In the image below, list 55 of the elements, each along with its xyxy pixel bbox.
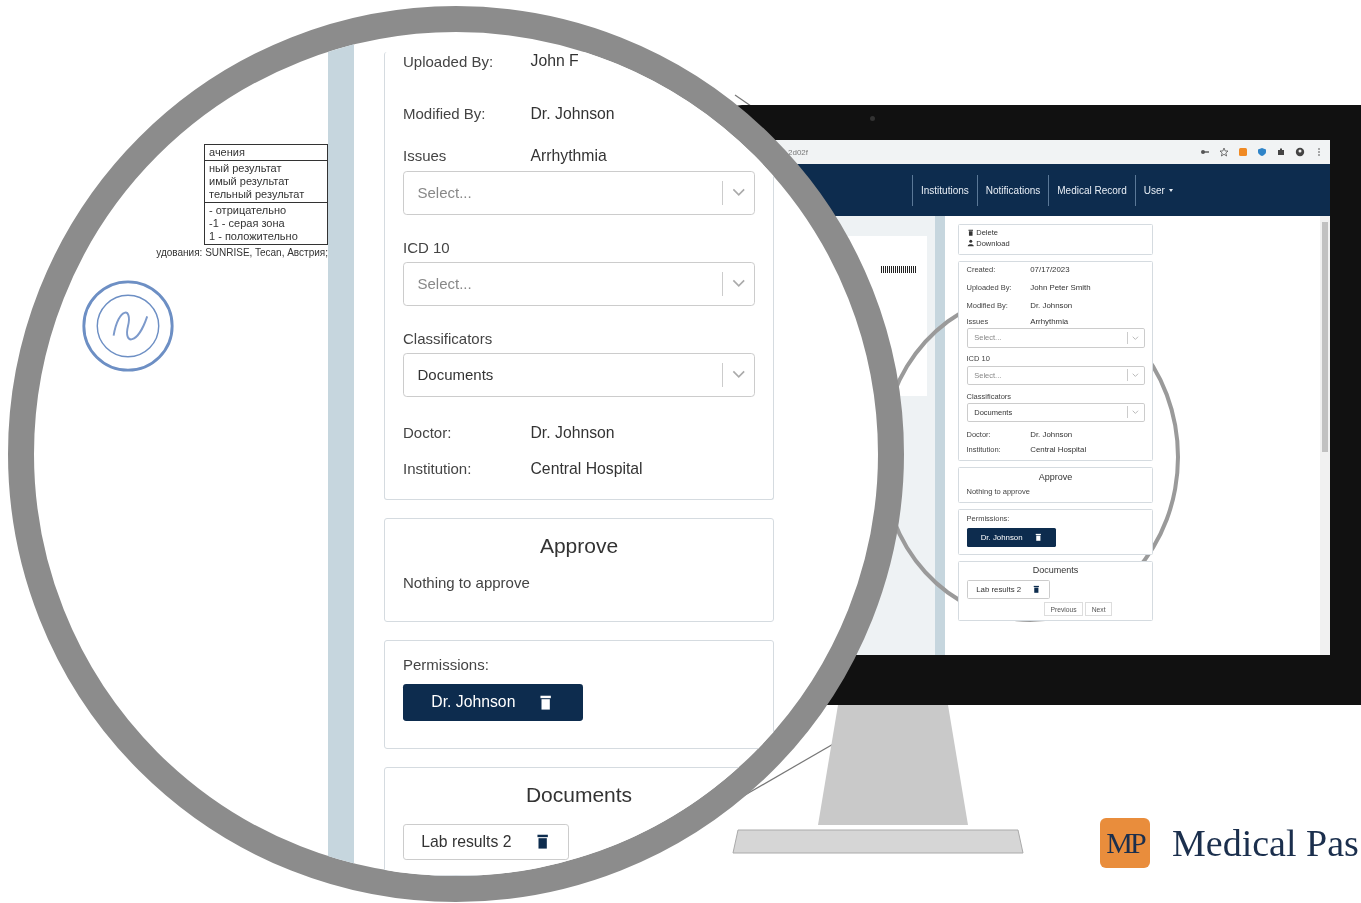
chevron-icon	[731, 188, 745, 197]
field-label: ICD 10	[403, 238, 450, 256]
nav-link[interactable]: Medical Record	[1048, 174, 1135, 206]
logo-text: Medical Pas	[1172, 821, 1359, 865]
person-icon	[966, 239, 974, 247]
document-text: - отрицательно	[209, 204, 288, 217]
chevron-icon	[1132, 373, 1139, 378]
trash-icon	[966, 228, 974, 237]
nav-link[interactable]: Institutions	[912, 174, 977, 206]
trash-icon[interactable]	[1033, 533, 1043, 542]
document-text: удования: SUNRISE, Tecan, Австрия;	[156, 247, 328, 258]
card-title: Approve	[538, 533, 620, 558]
puzzle-icon[interactable]	[1276, 147, 1286, 157]
chevron-icon	[1132, 410, 1139, 415]
field-label: Uploaded By:	[403, 52, 494, 70]
caret-icon	[1168, 188, 1173, 192]
field-label: Doctor:	[403, 424, 452, 441]
select-field[interactable]: Select...	[403, 170, 755, 215]
star-icon[interactable]	[1219, 147, 1229, 157]
permissions-label: Permissions:	[403, 656, 490, 674]
address-text[interactable]: 2d02f	[788, 147, 809, 157]
shield-icon[interactable]	[1257, 147, 1267, 157]
field-value: Arrhythmia	[530, 146, 607, 165]
camera-dot	[870, 116, 875, 121]
key-icon[interactable]	[1200, 147, 1210, 157]
trash-icon[interactable]	[1032, 584, 1041, 594]
profile-icon[interactable]	[1295, 147, 1305, 157]
select-field[interactable]: Documents	[403, 352, 755, 397]
card-title: Documents	[524, 783, 634, 808]
nav-link[interactable]: User	[1134, 174, 1181, 206]
document-text: -1 - серая зона	[209, 217, 286, 230]
card-title: Approve	[1037, 472, 1074, 482]
document-text: 1 - положительно	[209, 230, 299, 243]
field-label: Issues	[403, 147, 447, 164]
document-text: имый результат	[209, 175, 291, 188]
permission-chip[interactable]: Dr. Johnson	[403, 683, 584, 721]
field-label: Modified By:	[403, 105, 486, 122]
chevron-icon	[1132, 335, 1139, 340]
field-value: Central Hospital	[530, 459, 643, 478]
document-text: тельный результат	[209, 188, 306, 201]
field-label: Classificators	[403, 329, 493, 347]
field-value: John F	[530, 52, 579, 70]
field-label: Institution:	[403, 460, 472, 477]
field-value: Dr. Johnson	[530, 104, 615, 123]
document-chip[interactable]: Lab results 2	[403, 824, 570, 860]
chevron-icon	[731, 279, 745, 288]
empty-message: Nothing to approve	[403, 574, 531, 594]
nav-link[interactable]: Notifications	[976, 174, 1049, 206]
select-field[interactable]: Select...	[403, 261, 755, 306]
document-text: ачения	[209, 146, 246, 159]
card-title: Documents	[1031, 565, 1080, 576]
logo-mark: MP	[1100, 818, 1150, 868]
chevron-icon	[731, 370, 745, 379]
field-value: Dr. Johnson	[530, 423, 615, 442]
document-text: ный результат	[209, 162, 283, 175]
